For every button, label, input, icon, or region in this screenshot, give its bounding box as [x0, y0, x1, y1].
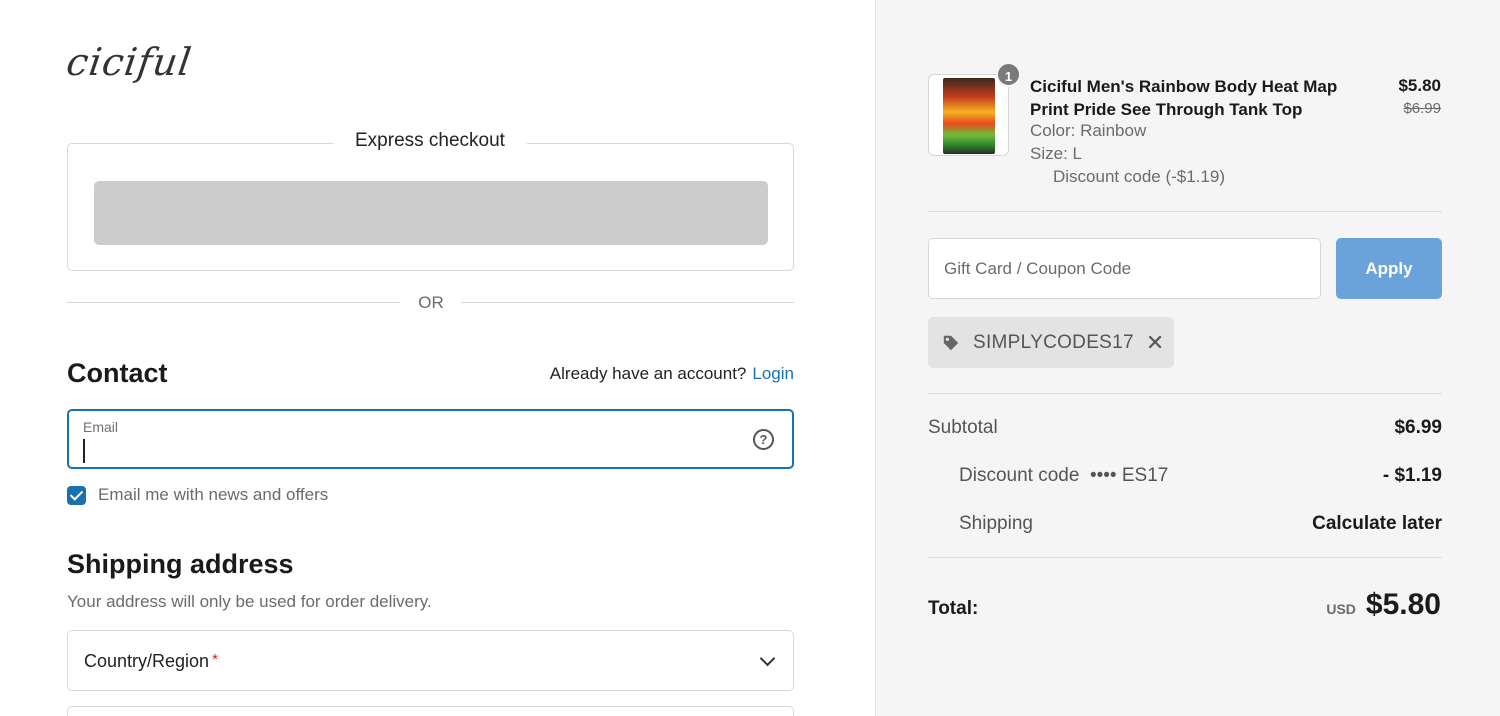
order-summary: 1 Ciciful Men's Rainbow Body Heat Map Pr…	[875, 0, 1500, 716]
divider-line-left	[67, 302, 400, 303]
email-field[interactable]: Email ?	[67, 409, 794, 469]
product-price: $5.80	[1398, 76, 1441, 95]
next-address-field[interactable]	[67, 706, 794, 716]
apply-button[interactable]: Apply	[1336, 238, 1442, 299]
email-input[interactable]	[83, 439, 733, 463]
tag-icon	[943, 335, 959, 350]
email-label: Email	[83, 419, 119, 435]
subtotal-value: $6.99	[1394, 417, 1442, 438]
close-icon[interactable]: ✕	[1146, 331, 1164, 354]
contact-heading: Contact	[67, 358, 168, 388]
quantity-badge: 1	[996, 62, 1021, 87]
checkout-main: ciciful Express checkout OR Contact Alre…	[0, 0, 875, 716]
login-link[interactable]: Login	[752, 364, 794, 383]
shipping-value: Calculate later	[1312, 513, 1442, 534]
shipping-subtext: Your address will only be used for order…	[67, 592, 432, 611]
or-divider: OR	[67, 292, 794, 314]
express-checkout-title: Express checkout	[333, 130, 527, 152]
coupon-input[interactable]	[928, 238, 1321, 299]
required-marker: *	[212, 651, 218, 668]
express-checkout-button[interactable]	[94, 181, 768, 245]
discount-label-text: Discount code	[959, 465, 1080, 486]
product-thumbnail	[928, 74, 1009, 156]
product-title: Ciciful Men's Rainbow Body Heat Map Prin…	[1030, 77, 1338, 119]
product-original-price: $6.99	[1403, 100, 1441, 117]
newsletter-checkbox[interactable]	[67, 485, 86, 505]
total-label: Total:	[928, 598, 979, 619]
discount-value: - $1.19	[1382, 465, 1442, 486]
country-label: Country/Region *	[84, 651, 218, 672]
account-prompt: Already have an account? Login	[550, 364, 794, 384]
divider-line-right	[461, 302, 794, 303]
product-image	[943, 78, 995, 154]
applied-code-chip: SIMPLYCODES17 ✕	[928, 317, 1174, 368]
summary-divider	[928, 211, 1442, 212]
newsletter-label[interactable]: Email me with news and offers	[98, 485, 328, 505]
country-select[interactable]: Country/Region *	[67, 630, 794, 691]
help-icon[interactable]: ?	[753, 429, 774, 450]
subtotal-label: Subtotal	[928, 417, 998, 438]
newsletter-option[interactable]: Email me with news and offers	[67, 485, 328, 505]
product-size: Size: L	[1030, 144, 1082, 163]
chevron-down-icon	[759, 650, 776, 667]
summary-divider	[928, 393, 1442, 394]
or-label: OR	[418, 293, 444, 312]
product-discount: Discount code (-$1.19)	[1053, 167, 1225, 186]
total-amount: USD $5.80	[1326, 588, 1441, 622]
summary-divider	[928, 557, 1442, 558]
account-prompt-text: Already have an account?	[549, 364, 747, 383]
product-color: Color: Rainbow	[1030, 121, 1147, 140]
discount-label: Discount code •••• ES17	[959, 465, 1168, 487]
currency-code: USD	[1326, 601, 1356, 617]
express-checkout-section: Express checkout	[67, 130, 794, 271]
applied-code-text: SIMPLYCODES17	[973, 331, 1134, 353]
shipping-label: Shipping	[959, 513, 1033, 534]
shipping-heading: Shipping address	[67, 549, 294, 579]
total-value: $5.80	[1365, 588, 1441, 621]
discount-code: •••• ES17	[1089, 465, 1169, 486]
country-label-text: Country/Region	[84, 651, 210, 671]
brand-logo[interactable]: ciciful	[64, 40, 195, 84]
